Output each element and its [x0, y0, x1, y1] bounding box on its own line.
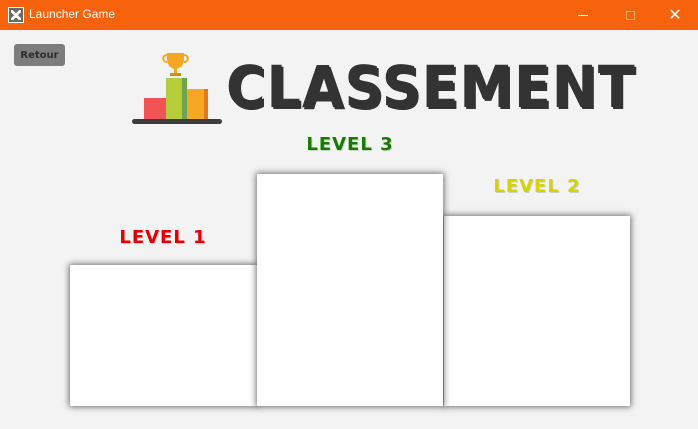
podium-block-level-3 — [257, 174, 443, 406]
podium-block-level-1 — [70, 265, 257, 406]
app-icon — [8, 7, 24, 23]
close-icon: ✕ — [668, 5, 682, 24]
level-label-3: LEVEL 3 — [306, 134, 394, 155]
level-label-1: LEVEL 1 — [119, 227, 207, 248]
level-label-2: LEVEL 2 — [493, 176, 581, 197]
trophy-podium-icon — [132, 53, 222, 124]
page-title: CLASSEMENT — [226, 53, 636, 121]
back-button[interactable]: Retour — [14, 44, 65, 66]
podium-block-level-2 — [444, 216, 630, 406]
minimize-icon — [578, 14, 588, 16]
window-title: Launcher Game — [29, 7, 116, 21]
minimize-button[interactable] — [560, 0, 606, 30]
maximize-icon — [625, 10, 635, 20]
title-bar: Launcher Game ✕ — [0, 0, 698, 30]
maximize-button[interactable] — [607, 0, 653, 30]
close-button[interactable]: ✕ — [652, 0, 698, 30]
